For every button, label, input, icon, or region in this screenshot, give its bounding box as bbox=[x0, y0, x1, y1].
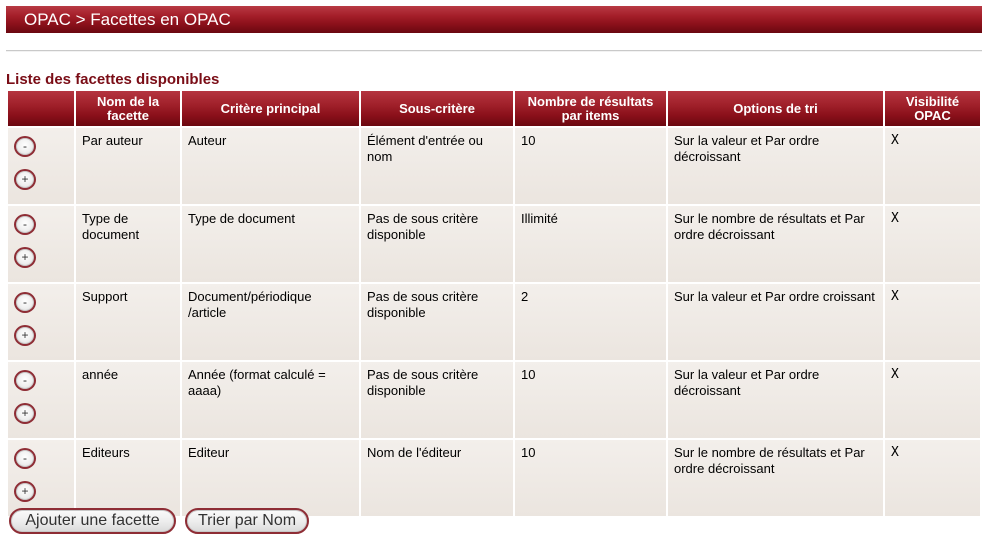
facet-count: 2 bbox=[515, 284, 666, 360]
order-buttons-cell: - + bbox=[8, 440, 74, 516]
table-header-row: Nom de la facette Critère principal Sous… bbox=[8, 91, 980, 126]
facet-visibility: X bbox=[885, 206, 980, 282]
move-down-button[interactable]: + bbox=[14, 403, 36, 424]
facet-subcriterion: Élément d'entrée ou nom bbox=[361, 128, 513, 204]
facet-name[interactable]: Support bbox=[76, 284, 180, 360]
facet-name[interactable]: Editeurs bbox=[76, 440, 180, 516]
order-buttons-cell: - + bbox=[8, 284, 74, 360]
facet-criterion: Editeur bbox=[182, 440, 359, 516]
move-up-button[interactable]: - bbox=[14, 136, 36, 157]
divider bbox=[6, 50, 982, 52]
column-header-name: Nom de la facette bbox=[76, 91, 180, 126]
add-facet-button[interactable]: Ajouter une facette bbox=[9, 508, 176, 534]
order-buttons-cell: - + bbox=[8, 206, 74, 282]
facet-visibility: X bbox=[885, 284, 980, 360]
facet-count: 10 bbox=[515, 440, 666, 516]
table-row[interactable]: - + Par auteur Auteur Élément d'entrée o… bbox=[8, 128, 980, 204]
move-up-button[interactable]: - bbox=[14, 214, 36, 235]
facet-subcriterion: Pas de sous critère disponible bbox=[361, 284, 513, 360]
facet-sort-options: Sur le nombre de résultats et Par ordre … bbox=[668, 206, 883, 282]
facet-visibility: X bbox=[885, 128, 980, 204]
move-down-button[interactable]: + bbox=[14, 481, 36, 502]
facet-count: 10 bbox=[515, 362, 666, 438]
facet-criterion: Type de document bbox=[182, 206, 359, 282]
column-header-subcriterion: Sous-critère bbox=[361, 91, 513, 126]
facet-subcriterion: Pas de sous critère disponible bbox=[361, 206, 513, 282]
move-down-button[interactable]: + bbox=[14, 247, 36, 268]
facet-sort-options: Sur le nombre de résultats et Par ordre … bbox=[668, 440, 883, 516]
move-down-button[interactable]: + bbox=[14, 325, 36, 346]
section-title: Liste des facettes disponibles bbox=[6, 71, 220, 88]
page-title: OPAC > Facettes en OPAC bbox=[24, 10, 231, 29]
facet-visibility: X bbox=[885, 440, 980, 516]
column-header-sort-options: Options de tri bbox=[668, 91, 883, 126]
table-row[interactable]: - + Type de document Type de document Pa… bbox=[8, 206, 980, 282]
order-buttons-cell: - + bbox=[8, 362, 74, 438]
column-header-opac-visibility: Visibilité OPAC bbox=[885, 91, 980, 126]
facet-name[interactable]: Par auteur bbox=[76, 128, 180, 204]
table-row[interactable]: - + Editeurs Editeur Nom de l'éditeur 10… bbox=[8, 440, 980, 516]
facet-name[interactable]: Type de document bbox=[76, 206, 180, 282]
facet-subcriterion: Pas de sous critère disponible bbox=[361, 362, 513, 438]
facet-subcriterion: Nom de l'éditeur bbox=[361, 440, 513, 516]
facet-criterion: Année (format calculé = aaaa) bbox=[182, 362, 359, 438]
column-header-criterion: Critère principal bbox=[182, 91, 359, 126]
order-buttons-cell: - + bbox=[8, 128, 74, 204]
facet-criterion: Document/périodique /article bbox=[182, 284, 359, 360]
sort-by-name-button[interactable]: Trier par Nom bbox=[185, 508, 309, 534]
column-header-count: Nombre de résultats par items bbox=[515, 91, 666, 126]
table-row[interactable]: - + Support Document/périodique /article… bbox=[8, 284, 980, 360]
facet-count: Illimité bbox=[515, 206, 666, 282]
move-up-button[interactable]: - bbox=[14, 448, 36, 469]
move-up-button[interactable]: - bbox=[14, 292, 36, 313]
move-down-button[interactable]: + bbox=[14, 169, 36, 190]
page-title-bar: OPAC > Facettes en OPAC bbox=[6, 6, 982, 33]
facet-count: 10 bbox=[515, 128, 666, 204]
facet-criterion: Auteur bbox=[182, 128, 359, 204]
facets-table: Nom de la facette Critère principal Sous… bbox=[6, 89, 982, 518]
facet-sort-options: Sur la valeur et Par ordre décroissant bbox=[668, 362, 883, 438]
facet-sort-options: Sur la valeur et Par ordre croissant bbox=[668, 284, 883, 360]
facet-visibility: X bbox=[885, 362, 980, 438]
facet-name[interactable]: année bbox=[76, 362, 180, 438]
facet-sort-options: Sur la valeur et Par ordre décroissant bbox=[668, 128, 883, 204]
table-row[interactable]: - + année Année (format calculé = aaaa) … bbox=[8, 362, 980, 438]
column-header-order bbox=[8, 91, 74, 126]
move-up-button[interactable]: - bbox=[14, 370, 36, 391]
